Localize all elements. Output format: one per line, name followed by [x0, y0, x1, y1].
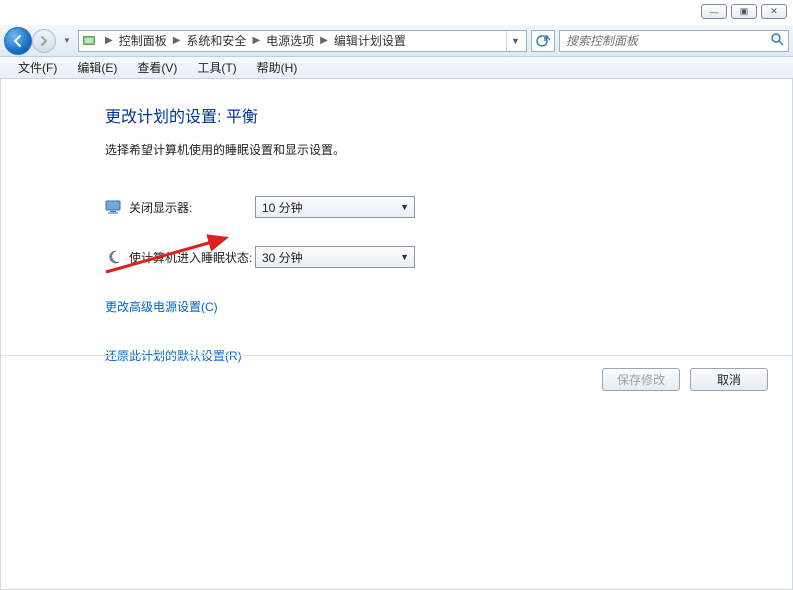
search-input[interactable]: [564, 33, 770, 49]
setting-row-sleep: 使计算机进入睡眠状态: 30 分钟 ▼: [105, 246, 792, 268]
display-off-label: 关闭显示器:: [129, 199, 255, 216]
search-icon[interactable]: [770, 32, 784, 49]
window-controls: — ▣ ✕: [701, 4, 787, 19]
save-button[interactable]: 保存修改: [602, 368, 680, 391]
chevron-right-icon: ▶: [316, 35, 332, 46]
control-panel-icon: [81, 33, 97, 49]
recent-pages-dropdown[interactable]: ▼: [60, 27, 74, 55]
moon-icon: [105, 249, 121, 265]
crumb-control-panel[interactable]: 控制面板: [117, 32, 169, 49]
breadcrumb: ▶ 控制面板 ▶ 系统和安全 ▶ 电源选项 ▶ 编辑计划设置: [101, 32, 506, 49]
chevron-down-icon: ▼: [400, 252, 409, 262]
menu-file[interactable]: 文件(F): [8, 59, 67, 76]
search-box[interactable]: [559, 30, 789, 52]
crumb-system-security[interactable]: 系统和安全: [184, 32, 248, 49]
chevron-down-icon: ▼: [400, 202, 409, 212]
sleep-value: 30 分钟: [262, 249, 303, 266]
menu-help[interactable]: 帮助(H): [247, 59, 308, 76]
footer-bar: 保存修改 取消: [1, 355, 792, 403]
maximize-button[interactable]: ▣: [731, 4, 757, 19]
display-off-value: 10 分钟: [262, 199, 303, 216]
menu-edit[interactable]: 编辑(E): [67, 59, 127, 76]
chevron-right-icon: ▶: [101, 35, 117, 46]
navigation-bar: ▼ ▶ 控制面板 ▶ 系统和安全 ▶ 电源选项 ▶ 编辑计划设置 ▼: [0, 25, 793, 57]
page-description: 选择希望计算机使用的睡眠设置和显示设置。: [105, 141, 792, 158]
menu-view[interactable]: 查看(V): [127, 59, 187, 76]
chevron-right-icon: ▶: [169, 35, 185, 46]
advanced-settings-link[interactable]: 更改高级电源设置(C): [105, 298, 218, 315]
back-button[interactable]: [4, 27, 32, 55]
menu-bar: 文件(F) 编辑(E) 查看(V) 工具(T) 帮助(H): [0, 57, 793, 79]
forward-button[interactable]: [32, 29, 56, 53]
minimize-button[interactable]: —: [701, 4, 727, 19]
crumb-edit-plan[interactable]: 编辑计划设置: [332, 32, 408, 49]
refresh-button[interactable]: [531, 30, 555, 52]
address-bar[interactable]: ▶ 控制面板 ▶ 系统和安全 ▶ 电源选项 ▶ 编辑计划设置 ▼: [78, 30, 527, 52]
sleep-label: 使计算机进入睡眠状态:: [129, 249, 255, 266]
menu-tools[interactable]: 工具(T): [187, 59, 246, 76]
cancel-button[interactable]: 取消: [690, 368, 768, 391]
monitor-icon: [105, 199, 121, 215]
address-dropdown[interactable]: ▼: [506, 31, 524, 51]
sleep-select[interactable]: 30 分钟 ▼: [255, 246, 415, 268]
crumb-power-options[interactable]: 电源选项: [264, 32, 316, 49]
display-off-select[interactable]: 10 分钟 ▼: [255, 196, 415, 218]
close-button[interactable]: ✕: [761, 4, 787, 19]
content-area: 更改计划的设置: 平衡 选择希望计算机使用的睡眠设置和显示设置。 关闭显示器: …: [0, 79, 793, 590]
setting-row-display: 关闭显示器: 10 分钟 ▼: [105, 196, 792, 218]
page-title: 更改计划的设置: 平衡: [105, 103, 792, 127]
chevron-right-icon: ▶: [248, 35, 264, 46]
